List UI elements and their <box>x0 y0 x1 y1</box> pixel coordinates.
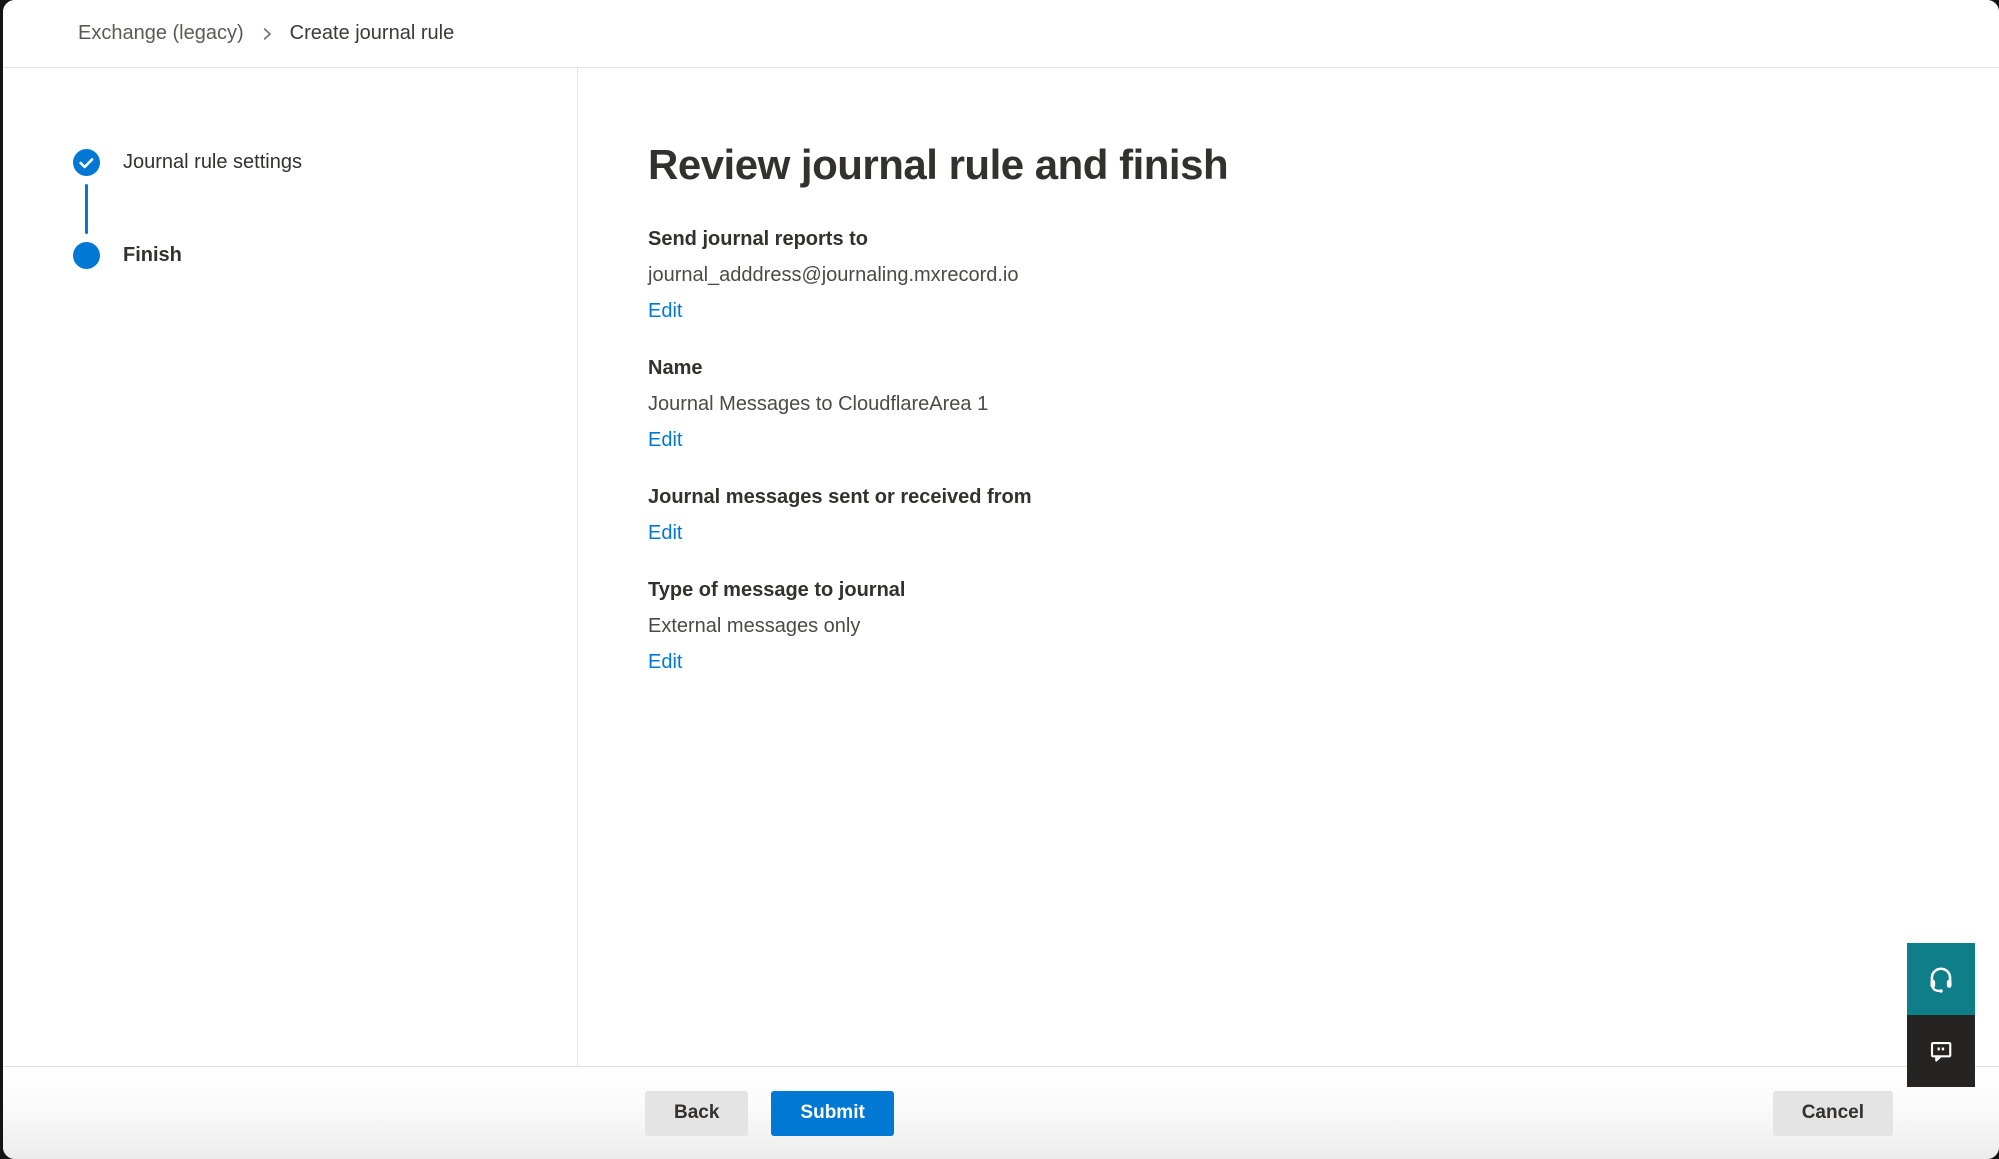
wizard-step-journal-rule-settings[interactable]: Journal rule settings <box>73 149 577 176</box>
section-label: Type of message to journal <box>648 579 1999 602</box>
wizard-step-connector <box>85 184 88 234</box>
exchange-admin-window: Exchange (legacy) Create journal rule Jo… <box>3 0 1999 1159</box>
section-label: Journal messages sent or received from <box>648 486 1999 509</box>
section-send-journal-reports-to: Send journal reports to journal_adddress… <box>648 228 1999 323</box>
journal-report-address-value: journal_adddress@journaling.mxrecord.io <box>648 264 1999 287</box>
section-label: Send journal reports to <box>648 228 1999 251</box>
cancel-button[interactable]: Cancel <box>1773 1091 1893 1136</box>
floating-action-stack <box>1907 943 1975 1087</box>
section-type-of-message: Type of message to journal External mess… <box>648 579 1999 674</box>
headset-icon <box>1925 963 1957 995</box>
breadcrumb-exchange-legacy[interactable]: Exchange (legacy) <box>78 22 244 45</box>
edit-journal-scope-link[interactable]: Edit <box>648 522 682 545</box>
wizard-steps-panel: Journal rule settings Finish <box>3 68 578 1066</box>
help-button[interactable] <box>1907 943 1975 1015</box>
rule-name-value: Journal Messages to CloudflareArea 1 <box>648 393 1999 416</box>
filled-circle-icon <box>73 242 100 269</box>
chat-icon <box>1926 1036 1956 1066</box>
edit-message-type-link[interactable]: Edit <box>648 651 682 674</box>
wizard-footer: Back Submit Cancel <box>3 1066 1999 1159</box>
section-label: Name <box>648 357 1999 380</box>
breadcrumb: Exchange (legacy) Create journal rule <box>3 0 1999 68</box>
wizard-step-label: Finish <box>123 244 182 267</box>
section-name: Name Journal Messages to CloudflareArea … <box>648 357 1999 452</box>
feedback-button[interactable] <box>1907 1015 1975 1087</box>
submit-button[interactable]: Submit <box>771 1091 893 1136</box>
edit-name-link[interactable]: Edit <box>648 429 682 452</box>
message-type-value: External messages only <box>648 615 1999 638</box>
chevron-right-icon <box>260 27 274 41</box>
wizard-step-finish[interactable]: Finish <box>73 242 577 269</box>
section-journal-messages-sent-or-received: Journal messages sent or received from E… <box>648 486 1999 545</box>
edit-send-journal-reports-link[interactable]: Edit <box>648 300 682 323</box>
review-panel: Review journal rule and finish Send jour… <box>578 68 1999 1066</box>
checkmark-circle-icon <box>73 149 100 176</box>
back-button[interactable]: Back <box>645 1091 748 1136</box>
wizard-step-label: Journal rule settings <box>123 151 302 174</box>
page-title: Review journal rule and finish <box>648 142 1999 188</box>
breadcrumb-create-journal-rule: Create journal rule <box>290 22 455 45</box>
